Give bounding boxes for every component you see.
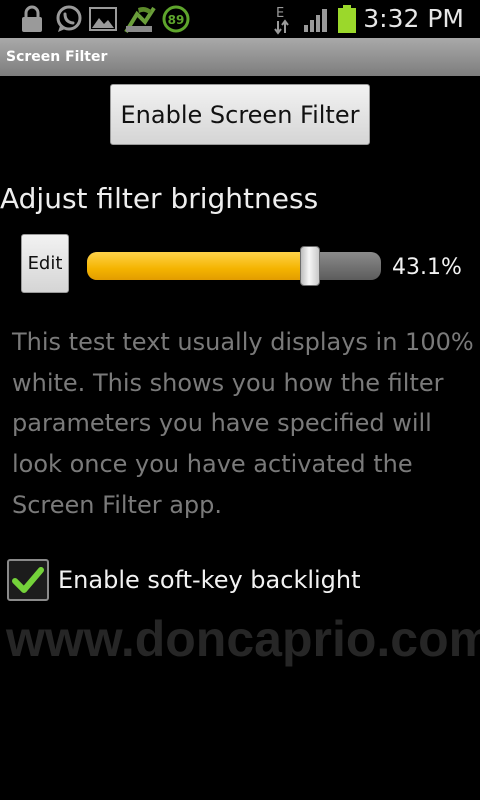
brightness-value: 43.1% [392,255,462,280]
softkey-backlight-checkbox-row[interactable]: Enable soft-key backlight [7,558,361,602]
brightness-slider[interactable] [87,246,381,286]
app-title: Screen Filter [6,49,108,65]
notification-count: 89 [168,13,185,27]
network-type-icon: E [272,0,292,38]
softkey-backlight-checkbox[interactable] [7,559,49,601]
checkmark-icon [12,567,44,593]
signal-icon [302,0,332,38]
watermark: www.doncaprio.com [6,611,480,667]
brightness-heading: Adjust filter brightness [0,182,319,215]
slider-fill [87,252,310,280]
enable-screen-filter-button[interactable]: Enable Screen Filter [110,84,370,145]
softkey-backlight-label: Enable soft-key backlight [58,566,361,594]
status-bar: 89 E 3:32 PM [0,0,480,38]
status-time: 3:32 PM [363,4,464,33]
badge-icon: 89 [160,0,192,38]
edit-button[interactable]: Edit [21,234,69,293]
lock-icon [18,0,46,38]
slider-thumb[interactable] [300,246,320,286]
slider-track [87,252,381,280]
sample-text: This test text usually displays in 100% … [12,328,474,519]
network-type-label: E [276,6,284,21]
gallery-icon [88,0,118,38]
title-bar: Screen Filter [0,38,480,76]
whatsapp-icon [54,0,84,38]
battery-icon [336,0,358,38]
weather-icon [122,0,158,38]
